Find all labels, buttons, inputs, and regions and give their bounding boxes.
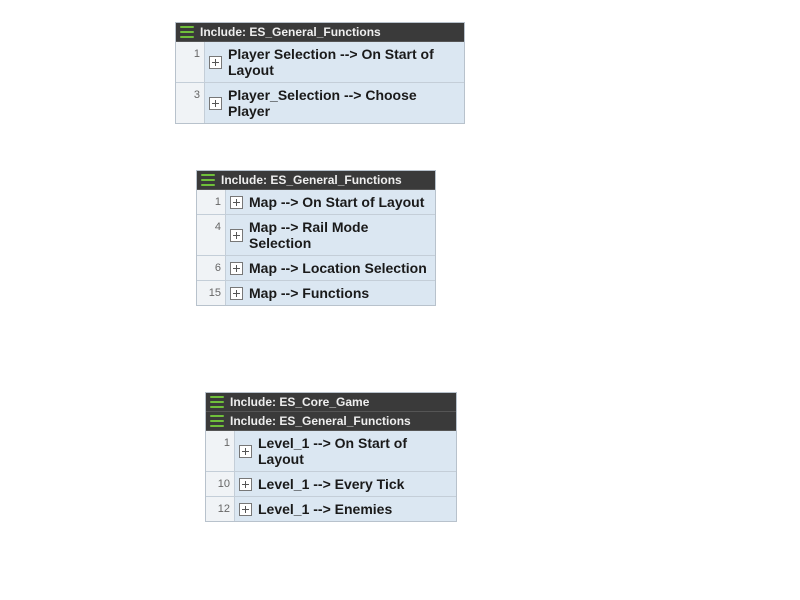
expand-icon[interactable]: [239, 503, 252, 516]
group-title: Level_1 --> On Start of Layout: [258, 435, 450, 467]
expand-icon[interactable]: [230, 262, 243, 275]
expand-icon[interactable]: [230, 287, 243, 300]
line-number: 1: [176, 42, 205, 82]
event-group-row[interactable]: 1 Player Selection --> On Start of Layout: [176, 42, 464, 83]
group-title: Level_1 --> Every Tick: [258, 476, 404, 492]
event-sheet-panel: Include: ES_General_Functions 1 Player Sel…: [175, 22, 465, 124]
event-group-row[interactable]: 1 Map --> On Start of Layout: [197, 190, 435, 215]
line-number: 1: [197, 190, 226, 214]
expand-icon[interactable]: [230, 196, 243, 209]
event-group-row[interactable]: 10 Level_1 --> Every Tick: [206, 472, 456, 497]
line-number: 12: [206, 497, 235, 521]
group-cell[interactable]: Level_1 --> On Start of Layout: [235, 431, 456, 471]
include-bar[interactable]: Include: ES_General_Functions: [176, 23, 464, 42]
event-group-row[interactable]: 6 Map --> Location Selection: [197, 256, 435, 281]
event-group-row[interactable]: 4 Map --> Rail Mode Selection: [197, 215, 435, 256]
line-number: 15: [197, 281, 226, 305]
line-number: 10: [206, 472, 235, 496]
group-cell[interactable]: Map --> Functions: [226, 281, 435, 305]
group-cell[interactable]: Map --> Rail Mode Selection: [226, 215, 435, 255]
line-number: 4: [197, 215, 226, 255]
event-sheet-icon: [180, 26, 194, 38]
group-title: Map --> Functions: [249, 285, 369, 301]
include-label: Include: ES_General_Functions: [221, 173, 402, 187]
include-label: Include: ES_General_Functions: [200, 25, 381, 39]
group-cell[interactable]: Map --> Location Selection: [226, 256, 435, 280]
group-title: Player Selection --> On Start of Layout: [228, 46, 458, 78]
group-title: Map --> Rail Mode Selection: [249, 219, 429, 251]
expand-icon[interactable]: [239, 478, 252, 491]
group-title: Map --> Location Selection: [249, 260, 427, 276]
event-sheet-icon: [210, 396, 224, 408]
group-title: Level_1 --> Enemies: [258, 501, 392, 517]
group-cell[interactable]: Player_Selection --> Choose Player: [205, 83, 464, 123]
line-number: 1: [206, 431, 235, 471]
event-group-row[interactable]: 3 Player_Selection --> Choose Player: [176, 83, 464, 123]
group-title: Map --> On Start of Layout: [249, 194, 424, 210]
include-bar[interactable]: Include: ES_General_Functions: [206, 412, 456, 431]
event-group-row[interactable]: 15 Map --> Functions: [197, 281, 435, 305]
group-cell[interactable]: Level_1 --> Enemies: [235, 497, 456, 521]
event-group-row[interactable]: 12 Level_1 --> Enemies: [206, 497, 456, 521]
group-title: Player_Selection --> Choose Player: [228, 87, 458, 119]
include-bar[interactable]: Include: ES_Core_Game: [206, 393, 456, 412]
group-cell[interactable]: Level_1 --> Every Tick: [235, 472, 456, 496]
include-bar[interactable]: Include: ES_General_Functions: [197, 171, 435, 190]
include-label: Include: ES_General_Functions: [230, 414, 411, 428]
group-cell[interactable]: Player Selection --> On Start of Layout: [205, 42, 464, 82]
line-number: 6: [197, 256, 226, 280]
include-label: Include: ES_Core_Game: [230, 395, 369, 409]
event-sheet-icon: [210, 415, 224, 427]
event-sheet-panel: Include: ES_Core_Game Include: ES_General…: [205, 392, 457, 522]
event-sheet-icon: [201, 174, 215, 186]
event-sheet-panel: Include: ES_General_Functions 1 Map --> On…: [196, 170, 436, 306]
line-number: 3: [176, 83, 205, 123]
expand-icon[interactable]: [209, 97, 222, 110]
group-cell[interactable]: Map --> On Start of Layout: [226, 190, 435, 214]
expand-icon[interactable]: [209, 56, 222, 69]
expand-icon[interactable]: [239, 445, 252, 458]
event-group-row[interactable]: 1 Level_1 --> On Start of Layout: [206, 431, 456, 472]
expand-icon[interactable]: [230, 229, 243, 242]
